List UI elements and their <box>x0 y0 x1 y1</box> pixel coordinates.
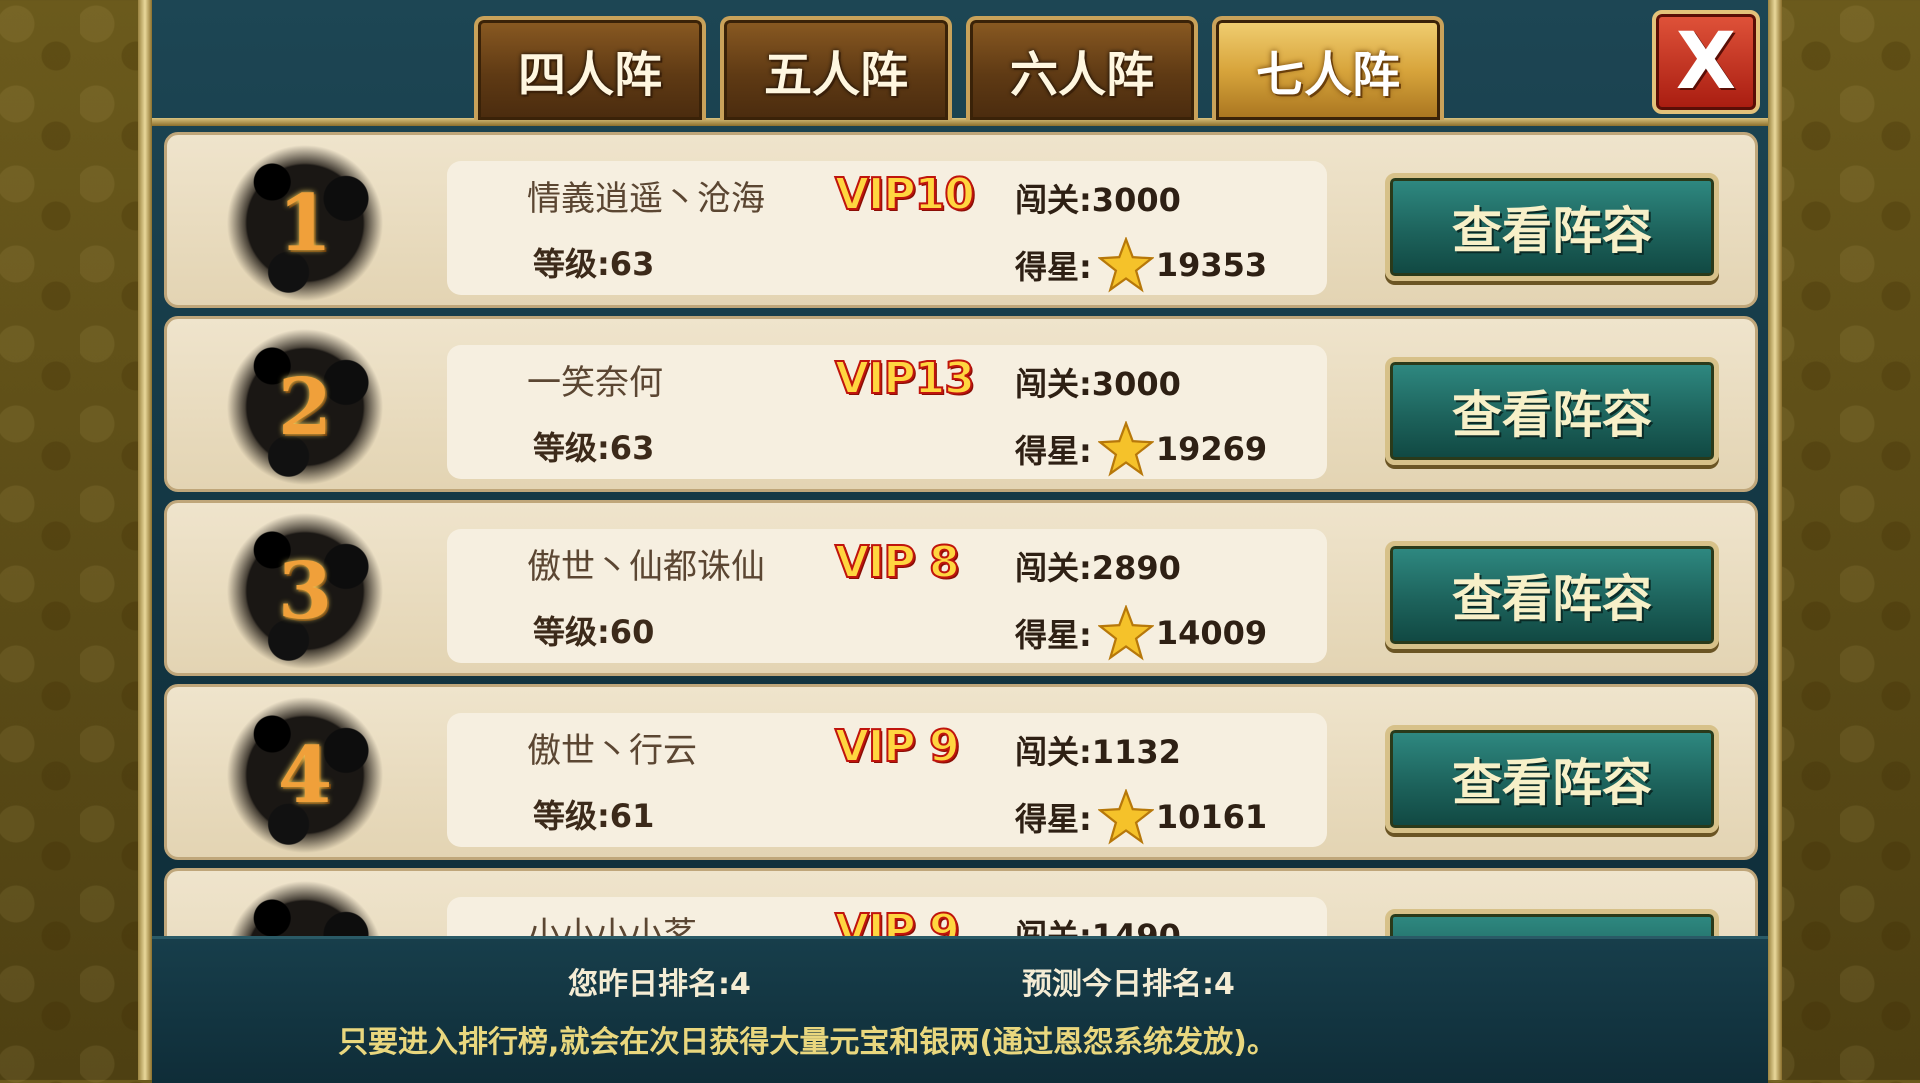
vip-badge: VIP 9 <box>834 904 961 936</box>
tab-four-person[interactable]: 四人阵 <box>474 16 706 120</box>
right-gold-edge <box>1768 0 1782 1080</box>
player-info-box: 傲世丶仙都诛仙 VIP 8 等级:60 闯关:2890 得星: 14009 <box>447 529 1327 663</box>
view-lineup-button[interactable]: 查看阵容 <box>1385 541 1719 649</box>
star-icon <box>1097 605 1154 661</box>
ranking-row-partial: 小小小小茗 VIP 9 闯关:1490 <box>164 868 1758 936</box>
ranking-list[interactable]: 1 情義逍遥丶沧海 VIP10 等级:63 闯关:3000 得星: 19353 … <box>164 130 1758 936</box>
ranking-row: 1 情義逍遥丶沧海 VIP10 等级:63 闯关:3000 得星: 19353 … <box>164 132 1758 308</box>
ink-splash-badge <box>223 877 387 936</box>
stages-cleared: 闯关:3000 <box>1015 181 1181 219</box>
view-lineup-button[interactable]: 查看阵容 <box>1385 725 1719 833</box>
stars-label: 得星: <box>1015 432 1092 470</box>
reward-note: 只要进入排行榜,就会在次日获得大量元宝和银两(通过恩怨系统发放)。 <box>338 1025 1277 1060</box>
vip-badge: VIP13 <box>834 352 976 405</box>
stages-cleared: 闯关:1132 <box>1015 733 1181 771</box>
stars-value: 10161 <box>1155 798 1268 836</box>
player-info-box: 情義逍遥丶沧海 VIP10 等级:63 闯关:3000 得星: 19353 <box>447 161 1327 295</box>
stages-cleared: 闯关:2890 <box>1015 549 1181 587</box>
ranking-footer: 您昨日排名:4 预测今日排名:4 只要进入排行榜,就会在次日获得大量元宝和银两(… <box>152 936 1768 1083</box>
stars-earned: 得星: 10161 <box>1015 789 1267 845</box>
vip-badge: VIP 9 <box>834 720 961 773</box>
player-info-box: 傲世丶行云 VIP 9 等级:61 闯关:1132 得星: 10161 <box>447 713 1327 847</box>
view-lineup-button[interactable]: 查看阵容 <box>1385 173 1719 281</box>
vip-badge: VIP 8 <box>834 536 961 589</box>
stars-label: 得星: <box>1015 800 1092 838</box>
player-name: 小小小小茗 <box>527 915 697 936</box>
stars-earned: 得星: 19269 <box>1015 421 1267 477</box>
player-level: 等级:63 <box>533 429 655 467</box>
player-name: 情義逍遥丶沧海 <box>527 179 765 219</box>
rank-number: 4 <box>277 729 333 821</box>
stars-value: 14009 <box>1155 614 1268 652</box>
ranking-row: 4 傲世丶行云 VIP 9 等级:61 闯关:1132 得星: 10161 查看… <box>164 684 1758 860</box>
right-decorative-border <box>1780 0 1920 1080</box>
yesterday-rank: 您昨日排名:4 <box>568 967 751 1002</box>
tab-seven-person[interactable]: 七人阵 <box>1212 16 1444 120</box>
rank-number: 1 <box>277 177 333 269</box>
star-icon <box>1097 421 1154 477</box>
star-icon <box>1097 789 1154 845</box>
predicted-today-rank: 预测今日排名:4 <box>1022 967 1235 1002</box>
star-icon <box>1097 237 1154 293</box>
player-level: 等级:60 <box>533 613 655 651</box>
ranking-row: 3 傲世丶仙都诛仙 VIP 8 等级:60 闯关:2890 得星: 14009 … <box>164 500 1758 676</box>
player-level: 等级:63 <box>533 245 655 283</box>
player-level: 等级:61 <box>533 797 655 835</box>
player-info-box: 一笑奈何 VIP13 等级:63 闯关:3000 得星: 19269 <box>447 345 1327 479</box>
left-decorative-border <box>0 0 140 1080</box>
player-info-box: 小小小小茗 VIP 9 闯关:1490 <box>447 897 1327 936</box>
player-name: 一笑奈何 <box>527 363 663 403</box>
rank-number: 2 <box>277 361 333 453</box>
ranking-row: 2 一笑奈何 VIP13 等级:63 闯关:3000 得星: 19269 查看阵… <box>164 316 1758 492</box>
tab-five-person[interactable]: 五人阵 <box>720 16 952 120</box>
close-button[interactable]: X <box>1652 10 1760 114</box>
tab-six-person[interactable]: 六人阵 <box>966 16 1198 120</box>
close-icon: X <box>1675 17 1737 107</box>
tab-bar-divider <box>152 118 1768 126</box>
left-gold-edge <box>138 0 152 1080</box>
player-name: 傲世丶仙都诛仙 <box>527 547 765 587</box>
stars-value: 19353 <box>1155 246 1268 284</box>
view-lineup-button[interactable]: 查看阵容 <box>1385 357 1719 465</box>
stars-value: 19269 <box>1155 430 1268 468</box>
player-name: 傲世丶行云 <box>527 731 697 771</box>
view-lineup-button[interactable] <box>1385 909 1719 936</box>
stages-cleared: 闯关:3000 <box>1015 365 1181 403</box>
stages-cleared: 闯关:1490 <box>1015 917 1181 936</box>
stars-earned: 得星: 19353 <box>1015 237 1267 293</box>
stars-earned: 得星: 14009 <box>1015 605 1267 661</box>
vip-badge: VIP10 <box>834 168 976 221</box>
stars-label: 得星: <box>1015 616 1092 654</box>
stars-label: 得星: <box>1015 248 1092 286</box>
rank-number: 3 <box>277 545 333 637</box>
